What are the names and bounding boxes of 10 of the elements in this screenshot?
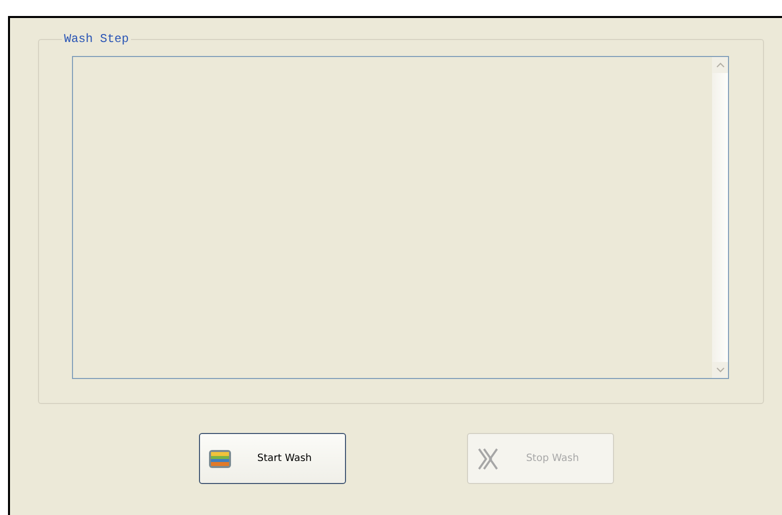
chevron-down-icon (716, 367, 724, 373)
layers-icon (208, 448, 232, 468)
action-button[interactable]: Start Wash (199, 433, 346, 484)
scrollbar[interactable] (712, 57, 728, 378)
group-title: Wash Step (63, 32, 130, 46)
scroll-down-button[interactable] (712, 362, 728, 378)
list-box[interactable] (72, 56, 729, 379)
scroll-up-button[interactable] (712, 57, 728, 73)
chevron-up-icon (716, 62, 724, 68)
cross-icon (476, 446, 500, 470)
